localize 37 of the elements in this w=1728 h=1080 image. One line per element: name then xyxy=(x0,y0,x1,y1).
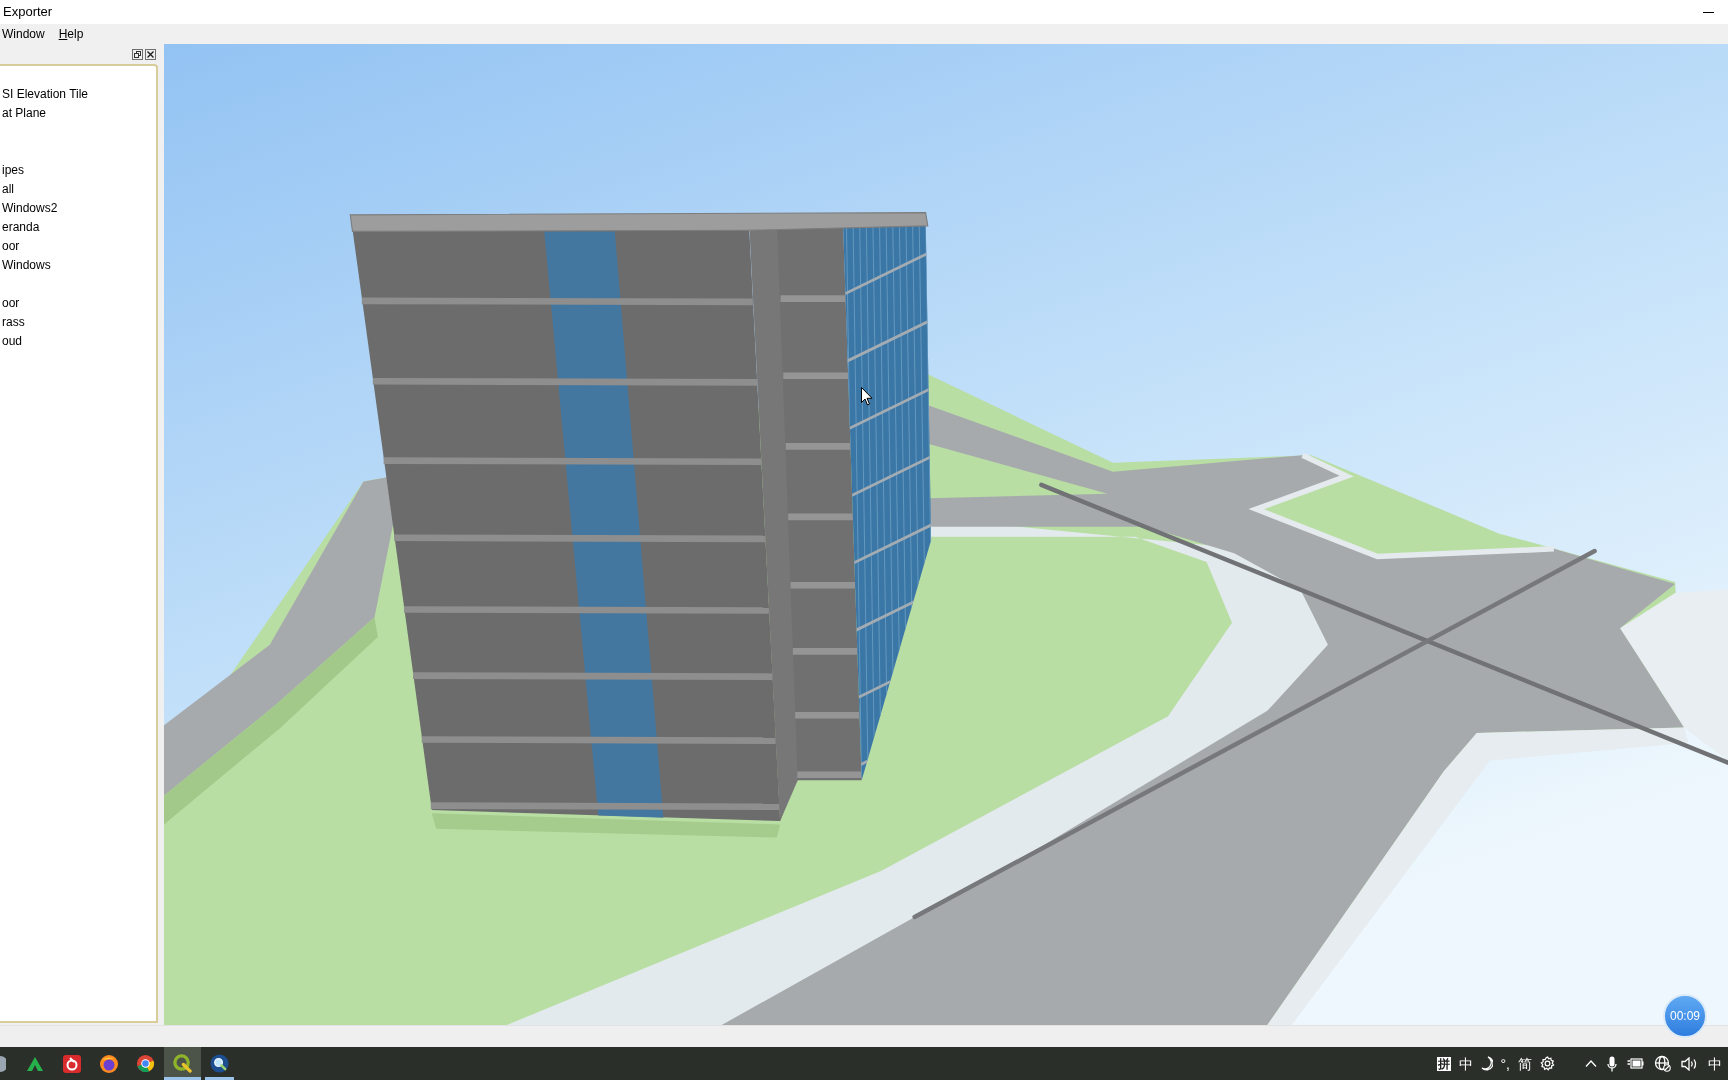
layer-tree-item[interactable]: oud xyxy=(0,332,156,351)
battery-plug-icon[interactable] xyxy=(1627,1058,1644,1069)
close-button[interactable] xyxy=(145,48,156,60)
layer-tree-item[interactable]: Windows2 xyxy=(0,199,156,218)
chevron-up-icon[interactable] xyxy=(1585,1060,1597,1067)
layer-tree-item[interactable]: oor xyxy=(0,237,156,256)
mouse-pointer-icon xyxy=(861,387,873,406)
magnifier-icon xyxy=(210,1054,229,1073)
float-button[interactable] xyxy=(132,48,143,60)
layer-tree-item[interactable]: Windows xyxy=(0,256,156,275)
speaker-icon[interactable] xyxy=(1681,1056,1698,1071)
menu-item[interactable]: Window xyxy=(0,24,47,44)
close-icon xyxy=(147,50,154,58)
swirl-tile-icon xyxy=(62,1054,81,1073)
layer-tree-item[interactable]: eranda xyxy=(0,218,156,237)
language-indicator[interactable]: 中 xyxy=(1708,1055,1722,1072)
layer-tree-item[interactable]: at Plane xyxy=(0,104,156,123)
settings-icon[interactable] xyxy=(1540,1056,1555,1071)
layer-tree-item[interactable]: SI Elevation Tile xyxy=(0,85,156,104)
ime-indicator[interactable]: 简 xyxy=(1518,1055,1532,1072)
globe-icon[interactable] xyxy=(1654,1055,1671,1072)
layer-tree-item[interactable]: ipes xyxy=(0,161,156,180)
window-title: Exporter xyxy=(2,3,53,22)
microphone-icon[interactable] xyxy=(1607,1055,1617,1072)
ime-indicator[interactable]: 中 xyxy=(1458,1055,1473,1072)
ring-icon xyxy=(136,1054,155,1073)
layer-tree-item[interactable]: oor xyxy=(0,294,156,313)
orb-icon xyxy=(98,1053,119,1074)
minimize-icon xyxy=(1702,11,1714,13)
layer-tree-item[interactable]: all xyxy=(0,180,156,199)
q-shape-icon xyxy=(173,1054,192,1073)
moon-icon[interactable] xyxy=(1480,1056,1493,1071)
ime-indicator[interactable]: °, xyxy=(1500,1055,1510,1072)
layer-tree-item[interactable]: rass xyxy=(0,313,156,332)
restore-icon xyxy=(134,50,141,58)
ime-indicator[interactable]: 拼 xyxy=(1436,1056,1451,1071)
menu-item[interactable]: Help xyxy=(56,24,86,44)
